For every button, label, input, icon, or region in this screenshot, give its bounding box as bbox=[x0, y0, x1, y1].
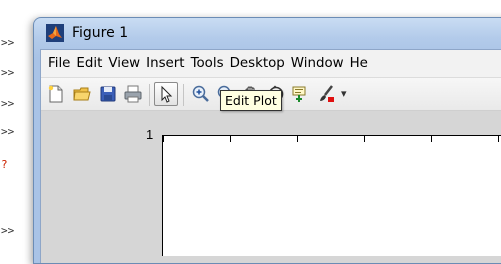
zoom-in-button[interactable] bbox=[189, 82, 213, 106]
x-tick bbox=[163, 136, 164, 142]
open-file-button[interactable] bbox=[70, 82, 94, 106]
save-button[interactable] bbox=[96, 82, 120, 106]
menu-window[interactable]: Window bbox=[288, 56, 347, 71]
x-tick bbox=[431, 136, 432, 142]
toolbar-separator bbox=[183, 84, 184, 106]
folder-icon bbox=[73, 87, 91, 101]
zoom-in-icon bbox=[192, 85, 209, 102]
toolbar-overflow-icon[interactable]: ▾ bbox=[341, 87, 347, 100]
x-tick bbox=[364, 136, 365, 142]
new-figure-button[interactable] bbox=[44, 82, 68, 106]
menu-file[interactable]: File bbox=[45, 56, 73, 71]
x-tick bbox=[498, 136, 499, 142]
command-prompt: >> bbox=[1, 224, 15, 237]
error-marker: ? bbox=[1, 158, 8, 171]
floppy-disk-icon bbox=[100, 86, 116, 102]
pointer-arrow-icon bbox=[161, 85, 173, 103]
x-tick bbox=[230, 136, 231, 142]
print-button[interactable] bbox=[121, 82, 145, 106]
plot-axes[interactable] bbox=[162, 135, 501, 256]
menu-tools[interactable]: Tools bbox=[188, 56, 227, 71]
command-prompt: >> bbox=[1, 36, 15, 49]
figure-window: Figure 1 File Edit View Insert Tools Des… bbox=[33, 17, 501, 264]
brush-icon bbox=[320, 85, 334, 102]
title-bar[interactable]: Figure 1 bbox=[34, 18, 501, 44]
y-tick-label: 1 bbox=[146, 127, 154, 142]
edit-plot-button[interactable] bbox=[154, 82, 178, 106]
window-title: Figure 1 bbox=[72, 25, 129, 41]
toolbar-separator bbox=[149, 84, 150, 106]
menu-view[interactable]: View bbox=[105, 56, 143, 71]
x-tick bbox=[297, 136, 298, 142]
menu-bar: File Edit View Insert Tools Desktop Wind… bbox=[41, 50, 501, 78]
command-prompt: >> bbox=[1, 66, 15, 79]
menu-edit[interactable]: Edit bbox=[73, 56, 105, 71]
menu-desktop[interactable]: Desktop bbox=[227, 56, 288, 71]
command-prompt: >> bbox=[1, 125, 15, 138]
data-cursor-icon bbox=[292, 86, 306, 102]
brush-button[interactable] bbox=[314, 82, 338, 106]
command-prompt: >> bbox=[1, 97, 15, 110]
new-file-icon bbox=[48, 85, 63, 103]
data-cursor-button[interactable] bbox=[289, 82, 313, 106]
printer-icon bbox=[124, 85, 142, 103]
menu-help[interactable]: He bbox=[347, 56, 371, 71]
edit-plot-tooltip: Edit Plot bbox=[220, 90, 282, 111]
matlab-logo-icon bbox=[46, 24, 64, 42]
menu-insert[interactable]: Insert bbox=[143, 56, 187, 71]
